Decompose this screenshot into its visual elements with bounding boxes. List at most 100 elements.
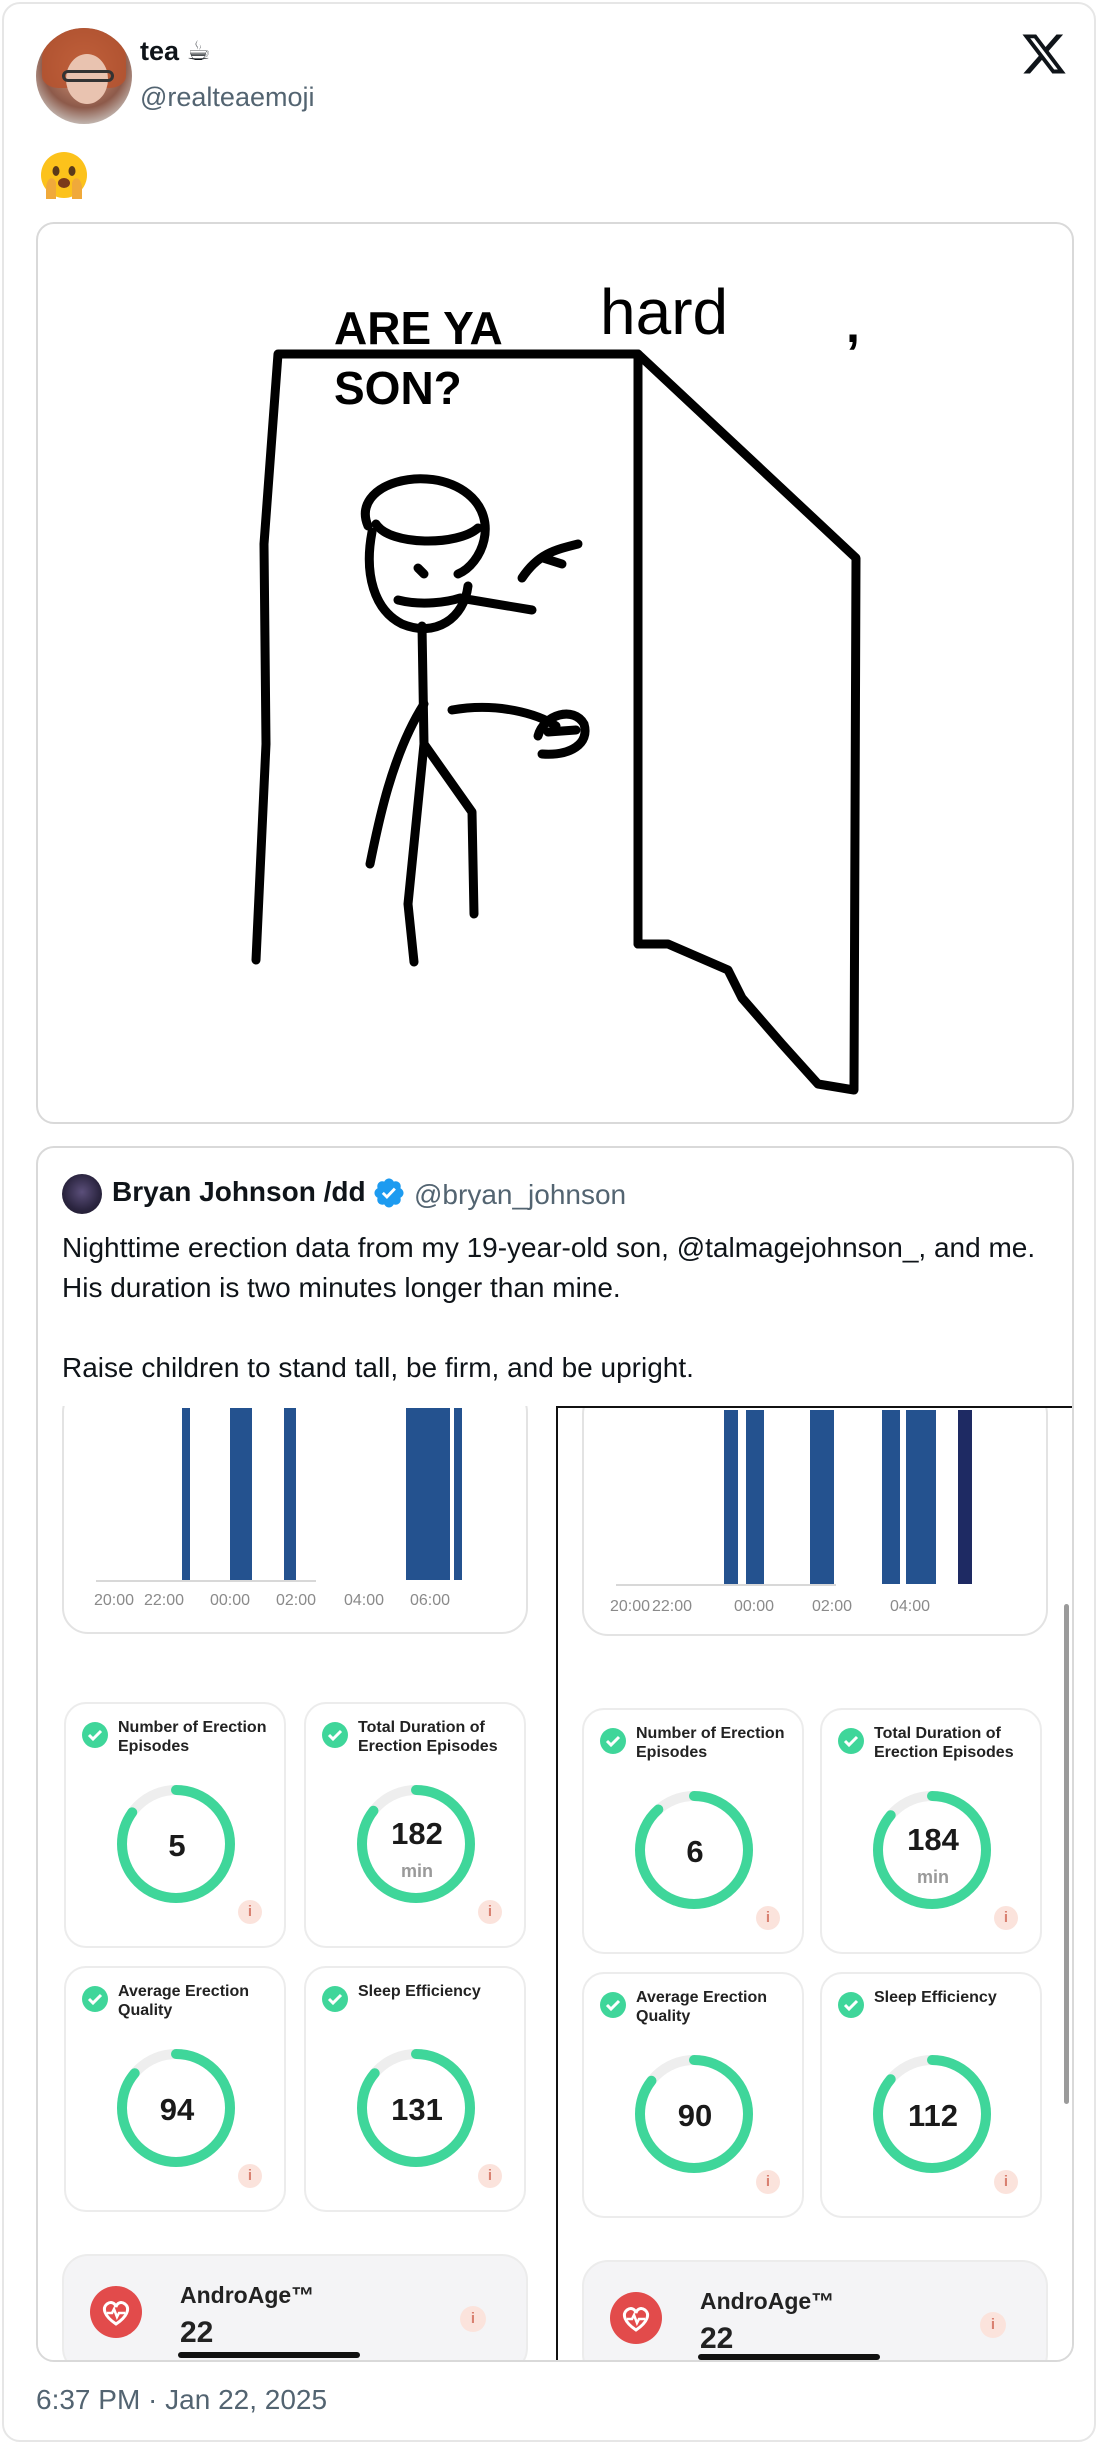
scrollbar[interactable]	[1064, 1604, 1069, 2104]
face-peeking-eye-icon	[41, 152, 87, 199]
axis-tick-label: 22:00	[652, 1598, 693, 1615]
axis-tick-label: 06:00	[410, 1592, 451, 1609]
stat-value: 112	[907, 2098, 958, 2133]
quoted-author-avatar[interactable]	[62, 1174, 102, 1214]
erection-timeline-chart: 20:00 22:00 00:00 02:00 04:00	[582, 1408, 1048, 1636]
author-name[interactable]: tea	[140, 36, 179, 66]
timeline-bar	[406, 1408, 450, 1580]
stat-value: 131	[391, 2092, 443, 2127]
home-indicator	[178, 2352, 360, 2358]
check-circle-icon	[82, 1986, 108, 2012]
androage-title: AndroAge™	[700, 2288, 835, 2314]
axis-tick-label: 20:00	[94, 1592, 135, 1609]
meme-text-son: SON?	[334, 362, 462, 414]
meme-image[interactable]: ARE YA hard , SON?	[36, 222, 1074, 1124]
quoted-tweet-text: Nighttime erection data from my 19-year-…	[62, 1228, 1052, 1388]
stat-label: Sleep Efficiency	[874, 1989, 997, 2006]
stat-card-episodes[interactable]: Number of Erection Episodes 5 i	[64, 1702, 286, 1948]
home-indicator	[698, 2354, 880, 2360]
timeline-bar	[906, 1410, 936, 1584]
screenshot-media[interactable]: 20:00 22:00 00:00 02:00 04:00 06:00 Numb…	[38, 1406, 1072, 2360]
quoted-text-paragraph-1: Nighttime erection data from my 19-year-…	[62, 1232, 1036, 1303]
check-circle-icon	[82, 1722, 108, 1748]
timeline-bar	[284, 1408, 296, 1580]
androage-title: AndroAge™	[180, 2282, 315, 2308]
check-circle-icon	[600, 1728, 626, 1754]
check-circle-icon	[838, 1992, 864, 2018]
tweet-timestamp[interactable]: 6:37 PM · Jan 22, 2025	[36, 2384, 327, 2416]
timeline-bar	[958, 1410, 972, 1584]
author-handle[interactable]: @realteaemoji	[140, 82, 315, 113]
stat-card-sleep-efficiency[interactable]: Sleep Efficiency 131 i	[304, 1966, 526, 2212]
androage-card[interactable]: AndroAge™ 22 i	[62, 2254, 528, 2360]
check-circle-icon	[600, 1992, 626, 2018]
androage-card[interactable]: AndroAge™ 22 i	[582, 2260, 1048, 2360]
screenshot-right[interactable]: 20:00 22:00 00:00 02:00 04:00 Number of …	[556, 1406, 1072, 2360]
stat-label: Average Erection Quality	[636, 1989, 768, 2025]
info-icon[interactable]: i	[756, 2170, 780, 2194]
info-icon[interactable]: i	[460, 2306, 486, 2332]
axis-tick-label: 02:00	[812, 1598, 853, 1615]
info-icon[interactable]: i	[478, 2164, 502, 2188]
timeline-bar	[454, 1408, 462, 1580]
stat-label: Sleep Efficiency	[358, 1983, 481, 2000]
stat-card-duration[interactable]: Total Duration of Erection Episodes 182 …	[304, 1702, 526, 1948]
axis-tick-label: 00:00	[210, 1592, 251, 1609]
stat-card-quality[interactable]: Average Erection Quality 90 i	[582, 1972, 804, 2218]
info-icon[interactable]: i	[980, 2312, 1006, 2338]
axis-tick-label: 02:00	[276, 1592, 317, 1609]
axis-tick-label: 04:00	[344, 1592, 385, 1609]
info-icon[interactable]: i	[994, 1906, 1018, 1930]
info-icon[interactable]: i	[994, 2170, 1018, 2194]
meme-text-are-ya: ARE YA	[334, 302, 503, 354]
stat-value: 6	[686, 1834, 704, 1869]
stat-label: Number of Erection Episodes	[118, 1719, 267, 1755]
timeline-bar	[882, 1410, 900, 1584]
timeline-bar	[230, 1408, 252, 1580]
stat-label: Total Duration of Erection Episodes	[358, 1719, 498, 1755]
author-name-row[interactable]: tea ☕	[140, 36, 211, 67]
quoted-text-paragraph-2: Raise children to stand tall, be firm, a…	[62, 1352, 694, 1383]
stat-card-quality[interactable]: Average Erection Quality 94 i	[64, 1966, 286, 2212]
stat-value: 90	[677, 2098, 713, 2133]
stat-value: 94	[159, 2092, 195, 2127]
info-icon[interactable]: i	[238, 1900, 262, 1924]
info-icon[interactable]: i	[478, 1900, 502, 1924]
tweet-card: tea ☕ @realteaemoji ARE YA hard , SON? B…	[2, 2, 1096, 2442]
stat-value: 182	[391, 1816, 443, 1851]
axis-tick-label: 22:00	[144, 1592, 185, 1609]
quoted-tweet[interactable]: Bryan Johnson /dd @bryan_johnson Nightti…	[36, 1146, 1074, 2362]
stat-card-duration[interactable]: Total Duration of Erection Episodes 184 …	[820, 1708, 1042, 1954]
stat-value: 184	[907, 1822, 959, 1857]
author-emoji: ☕	[186, 36, 211, 66]
stick-figure-drawing	[251, 349, 861, 1095]
stat-unit: min	[916, 1867, 949, 1887]
stat-label: Total Duration of Erection Episodes	[874, 1725, 1014, 1761]
x-logo-icon[interactable]	[1020, 30, 1068, 78]
axis-tick-label: 04:00	[890, 1598, 931, 1615]
screenshot-left[interactable]: 20:00 22:00 00:00 02:00 04:00 06:00 Numb…	[38, 1406, 554, 2360]
timeline-bar	[724, 1410, 738, 1584]
quoted-author-handle[interactable]: @bryan_johnson	[414, 1179, 626, 1211]
check-circle-icon	[322, 1986, 348, 2012]
axis-tick-label: 00:00	[734, 1598, 775, 1615]
timeline-bar	[746, 1410, 764, 1584]
author-avatar[interactable]	[36, 28, 132, 124]
androage-value: 22	[700, 2322, 734, 2355]
stat-label: Number of Erection Episodes	[636, 1725, 785, 1761]
quoted-author-name[interactable]: Bryan Johnson /dd	[112, 1176, 366, 1208]
androage-value: 22	[180, 2316, 214, 2349]
info-icon[interactable]: i	[756, 1906, 780, 1930]
stat-card-episodes[interactable]: Number of Erection Episodes 6 i	[582, 1708, 804, 1954]
stat-unit: min	[400, 1861, 433, 1881]
axis-tick-label: 20:00	[610, 1598, 651, 1615]
check-circle-icon	[322, 1722, 348, 1748]
stat-card-sleep-efficiency[interactable]: Sleep Efficiency 112 i	[820, 1972, 1042, 2218]
heart-pulse-icon	[610, 2292, 662, 2344]
heart-pulse-icon	[90, 2286, 142, 2338]
meme-text-comma: ,	[846, 297, 860, 353]
timeline-bar	[810, 1410, 834, 1584]
verified-badge-icon	[374, 1178, 404, 1208]
erection-timeline-chart: 20:00 22:00 00:00 02:00 04:00 06:00	[62, 1406, 528, 1634]
info-icon[interactable]: i	[238, 2164, 262, 2188]
